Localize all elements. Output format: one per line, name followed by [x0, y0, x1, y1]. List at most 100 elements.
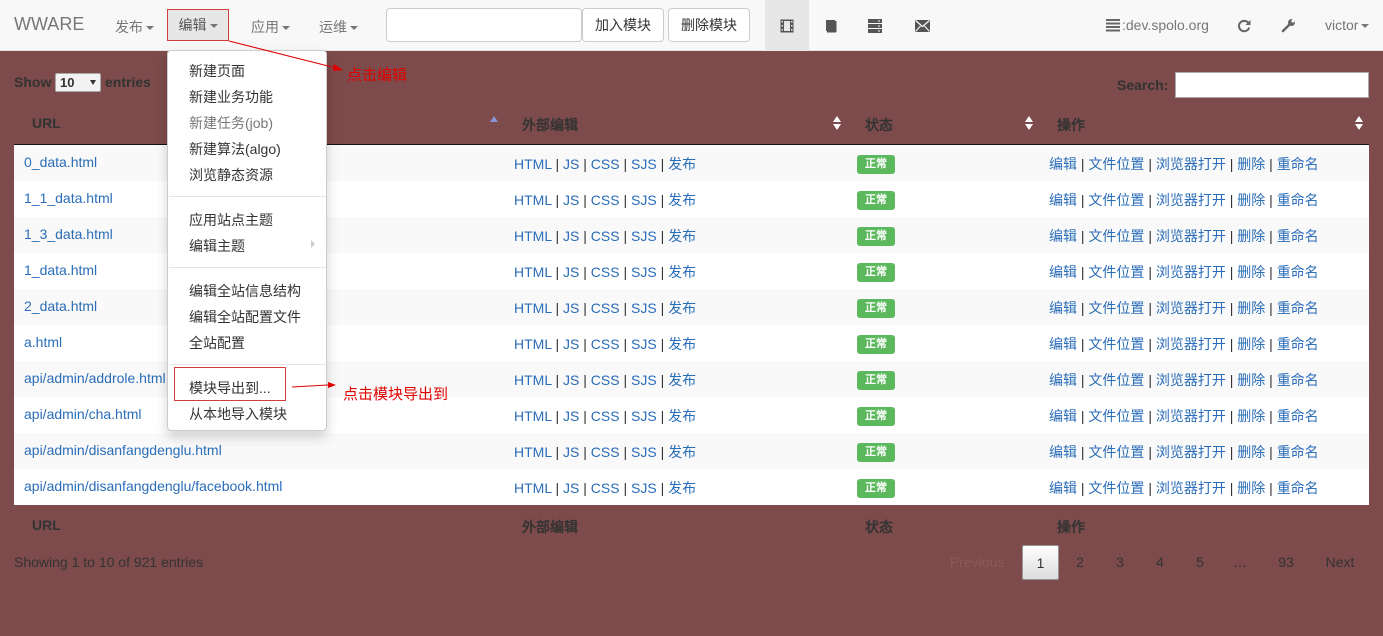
- external-edit-link[interactable]: JS: [563, 228, 579, 244]
- external-edit-link[interactable]: 发布: [668, 408, 696, 424]
- action-link[interactable]: 浏览器打开: [1156, 300, 1226, 316]
- action-link[interactable]: 浏览器打开: [1156, 408, 1226, 424]
- action-link[interactable]: 删除: [1237, 444, 1265, 460]
- external-edit-link[interactable]: SJS: [631, 228, 657, 244]
- action-link[interactable]: 删除: [1237, 264, 1265, 280]
- action-link[interactable]: 浏览器打开: [1156, 192, 1226, 208]
- action-link[interactable]: 文件位置: [1088, 372, 1144, 388]
- action-link[interactable]: 删除: [1237, 336, 1265, 352]
- module-search-input[interactable]: [386, 8, 582, 42]
- external-edit-link[interactable]: HTML: [514, 444, 552, 460]
- external-edit-link[interactable]: SJS: [631, 300, 657, 316]
- external-edit-link[interactable]: 发布: [668, 444, 696, 460]
- action-link[interactable]: 编辑: [1049, 444, 1077, 460]
- action-link[interactable]: 重命名: [1277, 228, 1319, 244]
- action-link[interactable]: 文件位置: [1088, 480, 1144, 496]
- add-module-button[interactable]: 加入模块: [582, 8, 664, 42]
- external-edit-link[interactable]: SJS: [631, 264, 657, 280]
- pagination-page[interactable]: 2: [1065, 545, 1095, 580]
- delete-module-button[interactable]: 删除模块: [668, 8, 750, 42]
- action-link[interactable]: 删除: [1237, 300, 1265, 316]
- external-edit-link[interactable]: HTML: [514, 480, 552, 496]
- action-link[interactable]: 编辑: [1049, 336, 1077, 352]
- action-link[interactable]: 重命名: [1277, 156, 1319, 172]
- external-edit-link[interactable]: 发布: [668, 372, 696, 388]
- film-tab[interactable]: [765, 0, 809, 51]
- external-edit-link[interactable]: HTML: [514, 372, 552, 388]
- action-link[interactable]: 编辑: [1049, 300, 1077, 316]
- url-link[interactable]: api/admin/disanfangdenglu.html: [24, 442, 222, 458]
- external-edit-link[interactable]: JS: [563, 444, 579, 460]
- action-link[interactable]: 文件位置: [1088, 300, 1144, 316]
- external-edit-link[interactable]: JS: [563, 156, 579, 172]
- action-link[interactable]: 文件位置: [1088, 408, 1144, 424]
- column-header-url[interactable]: URL: [32, 115, 61, 131]
- menu-item-apply-theme[interactable]: 应用站点主题: [189, 210, 273, 230]
- external-edit-link[interactable]: SJS: [631, 336, 657, 352]
- mail-tab[interactable]: [900, 0, 944, 51]
- action-link[interactable]: 文件位置: [1088, 444, 1144, 460]
- column-header-status[interactable]: 状态: [865, 115, 893, 135]
- external-edit-link[interactable]: HTML: [514, 408, 552, 424]
- user-menu[interactable]: victor: [1325, 17, 1370, 33]
- url-link[interactable]: api/admin/cha.html: [24, 406, 142, 422]
- action-link[interactable]: 删除: [1237, 372, 1265, 388]
- url-link[interactable]: 1_3_data.html: [24, 226, 113, 242]
- external-edit-link[interactable]: SJS: [631, 372, 657, 388]
- external-edit-link[interactable]: CSS: [591, 264, 620, 280]
- action-link[interactable]: 重命名: [1277, 192, 1319, 208]
- pagination-page[interactable]: 1: [1022, 545, 1059, 580]
- external-edit-link[interactable]: HTML: [514, 336, 552, 352]
- menu-item-browse-static[interactable]: 浏览静态资源: [189, 165, 273, 185]
- action-link[interactable]: 文件位置: [1088, 336, 1144, 352]
- external-edit-link[interactable]: HTML: [514, 156, 552, 172]
- action-link[interactable]: 删除: [1237, 480, 1265, 496]
- external-edit-link[interactable]: JS: [563, 300, 579, 316]
- action-link[interactable]: 编辑: [1049, 480, 1077, 496]
- action-link[interactable]: 文件位置: [1088, 264, 1144, 280]
- action-link[interactable]: 浏览器打开: [1156, 372, 1226, 388]
- external-edit-link[interactable]: SJS: [631, 408, 657, 424]
- menu-item-edit-theme[interactable]: 编辑主题: [189, 236, 245, 256]
- external-edit-link[interactable]: 发布: [668, 228, 696, 244]
- external-edit-link[interactable]: HTML: [514, 264, 552, 280]
- action-link[interactable]: 编辑: [1049, 156, 1077, 172]
- menu-app[interactable]: 应用: [251, 17, 290, 37]
- action-link[interactable]: 重命名: [1277, 264, 1319, 280]
- action-link[interactable]: 删除: [1237, 156, 1265, 172]
- refresh-button[interactable]: [1222, 0, 1266, 51]
- url-link[interactable]: 0_data.html: [24, 154, 97, 170]
- menu-item-edit-site-structure[interactable]: 编辑全站信息结构: [189, 281, 301, 301]
- pagination-page[interactable]: 5: [1185, 545, 1215, 580]
- external-edit-link[interactable]: 发布: [668, 264, 696, 280]
- action-link[interactable]: 删除: [1237, 408, 1265, 424]
- menu-item-export-module[interactable]: 模块导出到...: [189, 378, 271, 398]
- page-length-select[interactable]: 10: [55, 73, 101, 92]
- action-link[interactable]: 浏览器打开: [1156, 336, 1226, 352]
- menu-publish[interactable]: 发布: [115, 17, 154, 37]
- external-edit-link[interactable]: CSS: [591, 444, 620, 460]
- menu-item-new-page[interactable]: 新建页面: [189, 61, 245, 81]
- external-edit-link[interactable]: CSS: [591, 372, 620, 388]
- menu-item-new-algo[interactable]: 新建算法(algo): [189, 139, 281, 159]
- external-edit-link[interactable]: 发布: [668, 480, 696, 496]
- url-link[interactable]: a.html: [24, 334, 62, 350]
- url-link[interactable]: 2_data.html: [24, 298, 97, 314]
- action-link[interactable]: 删除: [1237, 192, 1265, 208]
- url-link[interactable]: 1_data.html: [24, 262, 97, 278]
- menu-item-new-job[interactable]: 新建任务(job): [189, 113, 273, 133]
- external-edit-link[interactable]: 发布: [668, 156, 696, 172]
- external-edit-link[interactable]: CSS: [591, 156, 620, 172]
- external-edit-link[interactable]: JS: [563, 336, 579, 352]
- external-edit-link[interactable]: CSS: [591, 300, 620, 316]
- action-link[interactable]: 重命名: [1277, 336, 1319, 352]
- action-link[interactable]: 重命名: [1277, 480, 1319, 496]
- action-link[interactable]: 编辑: [1049, 264, 1077, 280]
- external-edit-link[interactable]: 发布: [668, 300, 696, 316]
- action-link[interactable]: 文件位置: [1088, 156, 1144, 172]
- settings-button[interactable]: [1266, 0, 1310, 51]
- action-link[interactable]: 文件位置: [1088, 228, 1144, 244]
- book-tab[interactable]: [809, 0, 853, 51]
- pagination-page[interactable]: 3: [1105, 545, 1135, 580]
- external-edit-link[interactable]: JS: [563, 408, 579, 424]
